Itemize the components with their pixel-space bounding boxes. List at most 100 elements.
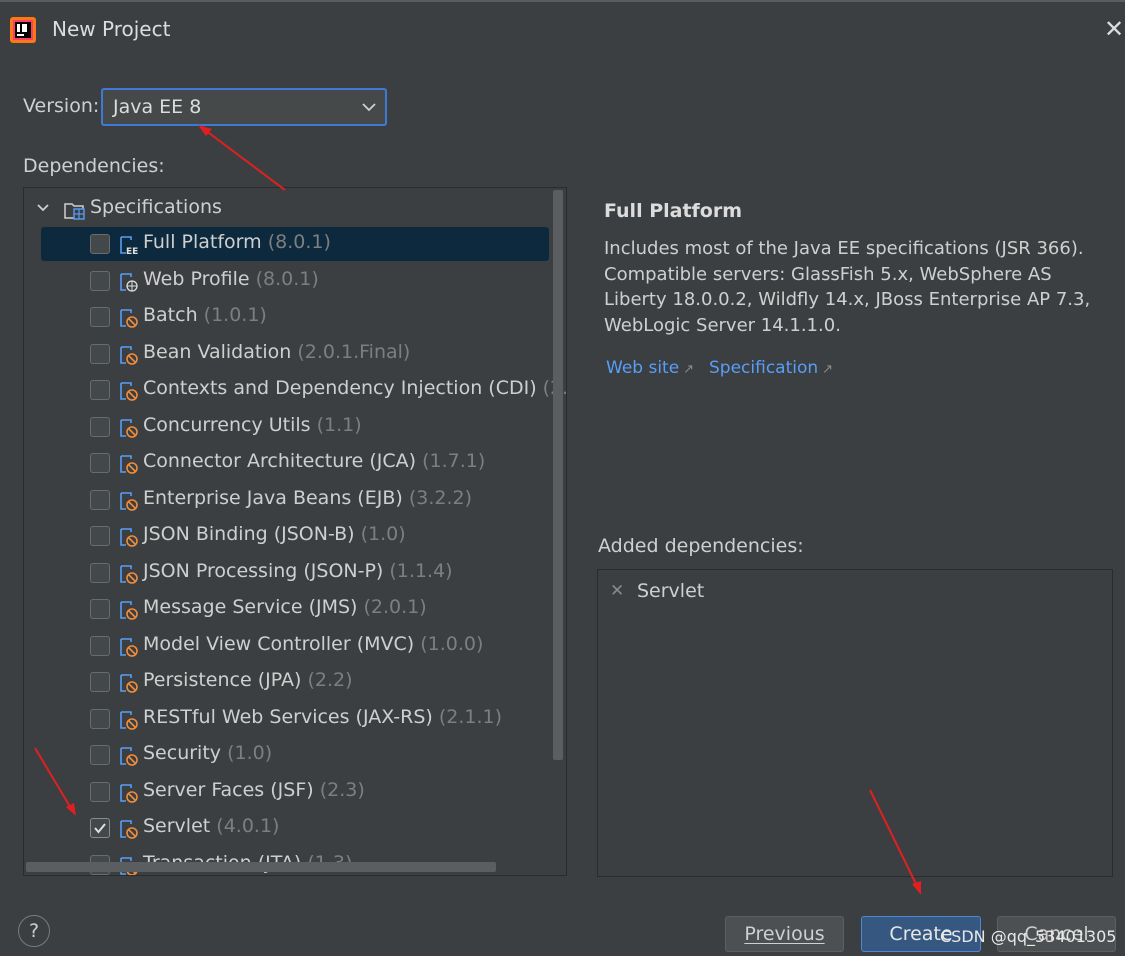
specifications-group[interactable]: Specifications xyxy=(24,192,554,224)
checkmark-icon xyxy=(94,823,106,834)
window-title: New Project xyxy=(52,17,171,41)
dependency-label: Server Faces (JSF) (2.3) xyxy=(143,779,365,801)
dependency-label: Servlet (4.0.1) xyxy=(143,815,279,837)
chevron-down-icon[interactable] xyxy=(36,201,50,215)
version-dropdown[interactable]: Java EE 8 xyxy=(101,88,387,126)
dependency-name: Enterprise Java Beans (EJB) xyxy=(143,486,403,509)
dependency-name: Web Profile xyxy=(143,267,250,290)
dependency-checkbox[interactable] xyxy=(90,781,110,802)
dependency-version: (3.2.2) xyxy=(408,486,472,509)
dependency-label: Full Platform (8.0.1) xyxy=(143,231,331,253)
spec-icon xyxy=(120,710,138,730)
remove-icon[interactable]: ✕ xyxy=(610,581,624,601)
dependency-row[interactable]: Contexts and Dependency Injection (CDI) … xyxy=(41,373,566,407)
dependency-checkbox[interactable] xyxy=(90,234,110,254)
added-dependencies-label: Added dependencies: xyxy=(598,535,804,557)
dependency-name: Contexts and Dependency Injection (CDI) xyxy=(143,377,537,399)
spec-icon xyxy=(120,455,138,474)
dependency-version: (1.1.4) xyxy=(389,559,453,582)
dependency-checkbox[interactable] xyxy=(90,416,110,437)
dependency-checkbox[interactable] xyxy=(90,635,110,656)
dependency-row[interactable]: Message Service (JMS) (2.0.1) xyxy=(41,592,549,626)
dependency-label: Contexts and Dependency Injection (CDI) … xyxy=(143,377,566,399)
dependency-name: Connector Architecture (JCA) xyxy=(143,450,417,472)
dependency-checkbox[interactable] xyxy=(90,489,110,510)
spec-icon xyxy=(120,820,138,839)
dependency-row[interactable]: Persistence (JPA) (2.2) xyxy=(41,665,549,699)
web-site-link[interactable]: Web site ↗ xyxy=(606,358,694,378)
dependency-label: Batch (1.0.1) xyxy=(143,304,267,326)
dependency-checkbox[interactable] xyxy=(90,818,110,838)
dependency-label: Bean Validation (2.0.1.Final) xyxy=(143,341,410,363)
detail-description: Includes most of the Java EE specificati… xyxy=(604,238,1091,336)
dependency-version: (1.1) xyxy=(316,413,362,436)
dependency-row[interactable]: RESTful Web Services (JAX-RS) (2.1.1) xyxy=(41,702,549,736)
dependency-checkbox[interactable] xyxy=(90,307,110,327)
spec-icon xyxy=(120,747,138,766)
spec-icon xyxy=(120,601,138,620)
specification-link[interactable]: Specification ↗ xyxy=(709,358,833,378)
dependency-version: (1.0) xyxy=(360,523,406,545)
version-label: Version: xyxy=(23,95,100,117)
specifications-label: Specifications xyxy=(90,196,222,218)
spec-icon xyxy=(120,491,138,511)
dependency-row[interactable]: Connector Architecture (JCA) (1.7.1) xyxy=(41,446,549,480)
spec-icon xyxy=(120,564,138,584)
title-bar: New Project ✕ xyxy=(0,2,1125,56)
dependency-row[interactable]: Model View Controller (MVC) (1.0.0) xyxy=(41,629,549,663)
added-dependency-name: Servlet xyxy=(637,580,705,602)
dependency-checkbox[interactable] xyxy=(90,526,110,546)
spec-icon xyxy=(120,674,138,693)
dependency-name: Servlet xyxy=(143,815,211,837)
dependency-row[interactable]: Web Profile (8.0.1) xyxy=(41,264,549,298)
vertical-scrollbar[interactable] xyxy=(553,190,563,760)
dependency-version: (1.0.0) xyxy=(420,632,484,655)
dependency-row[interactable]: Enterprise Java Beans (EJB) (3.2.2) xyxy=(41,483,549,517)
spec-icon xyxy=(120,783,138,803)
help-button[interactable]: ? xyxy=(18,915,50,947)
dependency-version: (2.0.1) xyxy=(363,596,427,618)
dependency-checkbox[interactable] xyxy=(90,708,110,729)
annotation-arrow xyxy=(204,129,286,191)
folder-module-icon xyxy=(64,203,85,220)
version-selected-value: Java EE 8 xyxy=(113,96,202,118)
dependency-row[interactable]: Security (1.0) xyxy=(41,738,549,772)
dependencies-label: Dependencies: xyxy=(23,155,165,177)
web-site-link-label[interactable]: Web site xyxy=(606,358,679,378)
dependency-name: JSON Binding (JSON-B) xyxy=(143,523,355,545)
specification-link-label[interactable]: Specification xyxy=(709,358,818,378)
web-icon xyxy=(120,272,138,292)
external-link-icon: ↗ xyxy=(683,362,695,377)
dependency-row[interactable]: Server Faces (JSF) (2.3) xyxy=(41,775,549,809)
dependency-row[interactable]: Concurrency Utils (1.1) xyxy=(41,410,549,444)
dependency-row[interactable]: JSON Binding (JSON-B) (1.0) xyxy=(41,519,549,553)
dependency-row[interactable]: Servlet (4.0.1) xyxy=(41,811,549,845)
horizontal-scrollbar[interactable] xyxy=(26,862,496,872)
dependency-row[interactable]: Bean Validation (2.0.1.Final) xyxy=(41,337,549,371)
dependency-checkbox[interactable] xyxy=(90,672,110,692)
dependency-checkbox[interactable] xyxy=(90,599,110,619)
spec-icon xyxy=(120,418,138,438)
close-icon[interactable]: ✕ xyxy=(1104,16,1125,42)
dependency-checkbox[interactable] xyxy=(90,270,110,291)
dependency-checkbox[interactable] xyxy=(90,453,110,473)
dependency-row[interactable]: JSON Processing (JSON-P) (1.1.4) xyxy=(41,556,549,590)
chevron-down-icon xyxy=(362,103,376,112)
dependency-checkbox[interactable] xyxy=(90,380,110,400)
dependency-row[interactable]: Batch (1.0.1) xyxy=(41,300,549,334)
dependency-version: (2.2) xyxy=(307,669,353,691)
detail-title: Full Platform xyxy=(604,200,743,222)
dependency-name: Persistence (JPA) xyxy=(143,669,302,691)
dependency-name: Model View Controller (MVC) xyxy=(143,632,415,655)
dependency-checkbox[interactable] xyxy=(90,562,110,583)
dependency-checkbox[interactable] xyxy=(90,745,110,765)
dependency-checkbox[interactable] xyxy=(90,343,110,364)
dependency-row[interactable]: EE Full Platform (8.0.1) xyxy=(41,227,549,261)
dependency-name: RESTful Web Services (JAX-RS) xyxy=(143,705,433,728)
spec-icon xyxy=(120,382,138,401)
dependency-label: Model View Controller (MVC) (1.0.0) xyxy=(143,633,483,655)
previous-button[interactable]: Previous xyxy=(725,916,844,952)
spec-icon xyxy=(120,637,138,657)
dependency-name: Full Platform xyxy=(143,231,262,253)
dependency-version: (1.7.1) xyxy=(422,450,486,472)
